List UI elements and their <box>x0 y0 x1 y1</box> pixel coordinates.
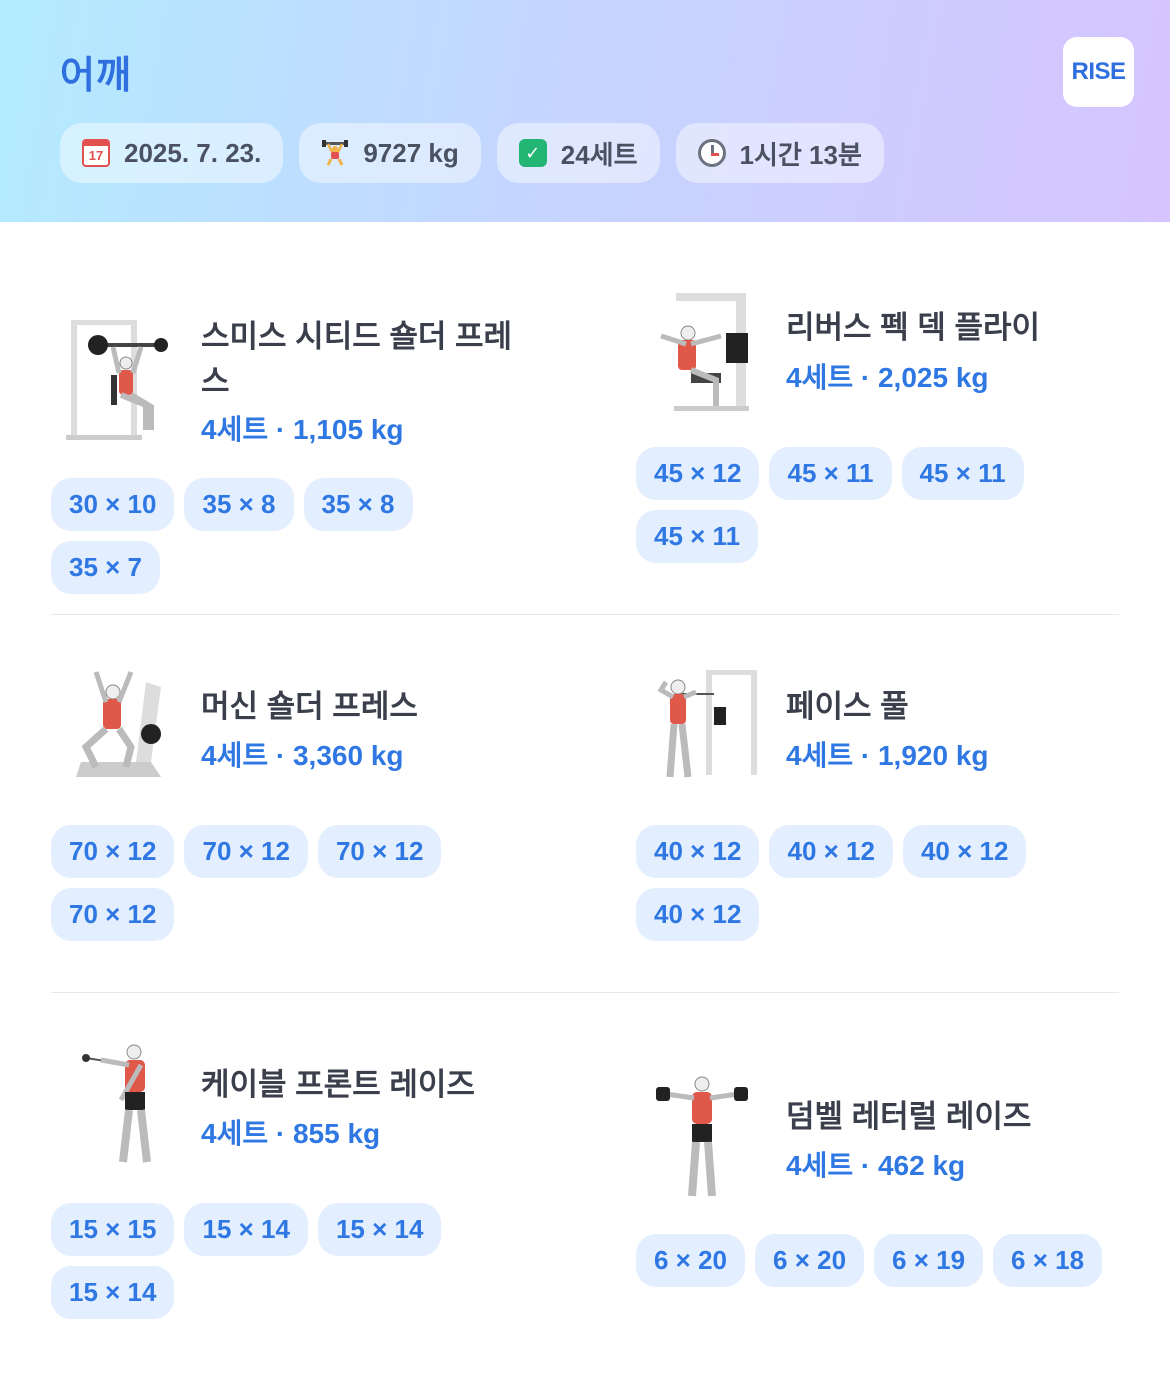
set-chip: 40 × 12 <box>769 825 893 878</box>
exercise-illustration <box>51 1040 181 1170</box>
set-chip: 6 × 20 <box>636 1234 746 1287</box>
exercise-name: 머신 숄더 프레스 <box>201 689 418 724</box>
duration-value: 1시간 13분 <box>739 139 862 170</box>
exercise-name: 덤벨 레터럴 레이즈 <box>786 1099 1032 1134</box>
exercise-illustration <box>636 662 766 792</box>
set-chip: 35 × 7 <box>51 541 161 594</box>
set-list: 40 × 12 40 × 12 40 × 12 40 × 12 <box>636 825 1056 941</box>
set-chip: 35 × 8 <box>303 478 413 531</box>
exercise-illustration <box>51 315 181 445</box>
set-chip: 70 × 12 <box>51 825 175 878</box>
exercise-illustration <box>51 662 181 792</box>
exercise-card[interactable]: 케이블 프론트 레이즈 4세트 · 855 kg 15 × 15 15 × 14… <box>51 1040 551 1330</box>
exercise-name: 스미스 시티드 숄더 프레스 <box>201 319 513 399</box>
set-chip: 70 × 12 <box>184 825 308 878</box>
set-chip: 15 × 15 <box>51 1203 175 1256</box>
volume-value: 9727 kg <box>363 137 459 168</box>
exercise-summary: 4세트 · 1,920 kg <box>786 740 989 771</box>
exercise-illustration <box>636 1072 766 1202</box>
set-list: 70 × 12 70 × 12 70 × 12 70 × 12 <box>51 825 471 941</box>
sets-chip: ✓ 24세트 <box>496 123 660 183</box>
clock-icon <box>697 139 726 167</box>
set-chip: 45 × 11 <box>636 510 759 563</box>
row-divider <box>51 992 1119 993</box>
set-chip: 6 × 18 <box>993 1234 1103 1287</box>
exercise-summary: 4세트 · 855 kg <box>201 1118 381 1149</box>
exercise-summary: 4세트 · 462 kg <box>786 1150 966 1181</box>
exercise-card[interactable]: 페이스 풀 4세트 · 1,920 kg 40 × 12 40 × 12 40 … <box>636 662 1136 952</box>
exercise-summary: 4세트 · 1,105 kg <box>201 414 404 445</box>
set-chip: 35 × 8 <box>184 478 294 531</box>
exercise-name: 리버스 펙 덱 플라이 <box>786 310 1040 345</box>
exercise-card[interactable]: 스미스 시티드 숄더 프레스 4세트 · 1,105 kg 30 × 10 35… <box>51 300 551 594</box>
calendar-icon: 17 <box>82 139 110 167</box>
exercise-summary: 4세트 · 2,025 kg <box>786 362 989 393</box>
set-chip: 45 × 11 <box>901 447 1024 500</box>
set-list: 45 × 12 45 × 11 45 × 11 45 × 11 <box>636 447 1056 563</box>
set-chip: 6 × 20 <box>755 1234 865 1287</box>
set-chip: 15 × 14 <box>184 1203 308 1256</box>
stats-row: 17 2025. 7. 23. 9727 kg ✓ 24세트 1시간 13분 <box>60 123 884 183</box>
set-chip: 6 × 19 <box>874 1234 984 1287</box>
workout-header: 어깨 RISE 17 2025. 7. 23. 9727 kg ✓ 24세트 1… <box>0 0 1170 222</box>
weightlifter-icon <box>321 139 349 167</box>
check-icon: ✓ <box>518 139 547 167</box>
set-chip: 15 × 14 <box>51 1266 175 1319</box>
exercise-summary: 4세트 · 3,360 kg <box>201 740 404 771</box>
set-chip: 40 × 12 <box>902 825 1027 878</box>
set-chip: 45 × 12 <box>636 447 760 500</box>
set-chip: 15 × 14 <box>317 1203 442 1256</box>
duration-chip: 1시간 13분 <box>675 123 884 183</box>
set-chip: 70 × 12 <box>317 825 442 878</box>
row-divider <box>51 614 1119 615</box>
exercise-card[interactable]: 덤벨 레터럴 레이즈 4세트 · 462 kg 6 × 20 6 × 20 6 … <box>636 1072 1136 1302</box>
exercise-name: 페이스 풀 <box>786 689 909 724</box>
sets-value: 24세트 <box>560 139 638 170</box>
date-value: 2025. 7. 23. <box>124 137 262 168</box>
date-chip: 17 2025. 7. 23. <box>60 123 284 183</box>
set-chip: 45 × 11 <box>769 447 892 500</box>
exercise-card[interactable]: 머신 숄더 프레스 4세트 · 3,360 kg 70 × 12 70 × 12… <box>51 662 551 952</box>
exercise-name: 케이블 프론트 레이즈 <box>201 1067 475 1102</box>
set-chip: 40 × 12 <box>636 888 760 941</box>
exercise-illustration <box>636 288 766 418</box>
set-chip: 40 × 12 <box>636 825 760 878</box>
page-title: 어깨 <box>60 55 132 97</box>
exercise-card[interactable]: 리버스 펙 덱 플라이 4세트 · 2,025 kg 45 × 12 45 × … <box>636 288 1136 568</box>
set-chip: 70 × 12 <box>51 888 175 941</box>
volume-chip: 9727 kg <box>299 123 481 183</box>
set-chip: 30 × 10 <box>51 478 175 531</box>
set-list: 6 × 20 6 × 20 6 × 19 6 × 18 <box>636 1234 1106 1287</box>
app-logo[interactable]: RISE <box>1063 37 1134 107</box>
set-list: 15 × 15 15 × 14 15 × 14 15 × 14 <box>51 1203 471 1319</box>
set-list: 30 × 10 35 × 8 35 × 8 35 × 7 <box>51 478 521 594</box>
